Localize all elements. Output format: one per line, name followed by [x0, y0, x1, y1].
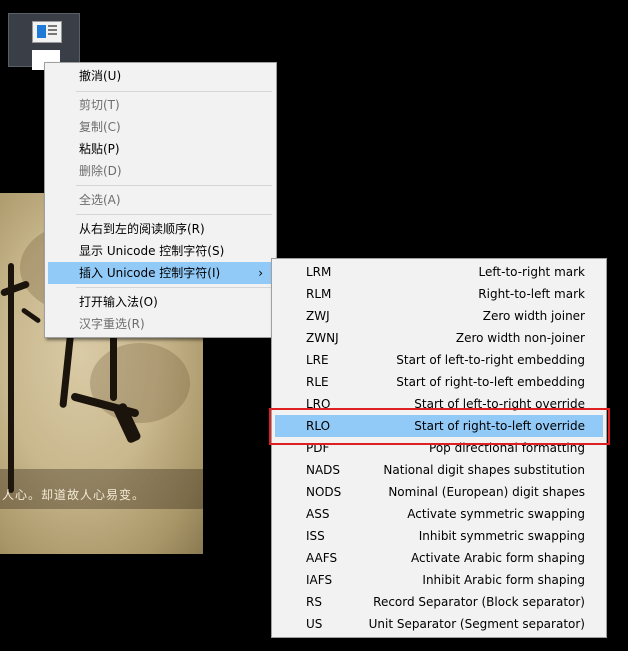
submenu-item-us[interactable]: US Unit Separator (Segment separator) [275, 613, 603, 635]
menu-separator [76, 214, 272, 215]
menu-item-undo[interactable]: 撤消(U) [48, 65, 273, 87]
submenu-item-iafs[interactable]: IAFS Inhibit Arabic form shaping [275, 569, 603, 591]
menu-item-rtl-reading-order[interactable]: 从右到左的阅读顺序(R) [48, 218, 273, 240]
submenu-item-ass[interactable]: ASS Activate symmetric swapping [275, 503, 603, 525]
submenu-item-zwnj[interactable]: ZWNJ Zero width non-joiner [275, 327, 603, 349]
menu-item-paste[interactable]: 粘贴(P) [48, 138, 273, 160]
menu-item-delete[interactable]: 删除(D) [48, 160, 273, 182]
submenu-item-zwj[interactable]: ZWJ Zero width joiner [275, 305, 603, 327]
menu-item-open-ime[interactable]: 打开输入法(O) [48, 291, 273, 313]
window-icon [32, 21, 62, 43]
menu-separator [76, 91, 272, 92]
submenu-item-aafs[interactable]: AAFS Activate Arabic form shaping [275, 547, 603, 569]
menu-item-reconversion[interactable]: 汉字重选(R) [48, 313, 273, 335]
background-caption: 人心。却道故人心易变。 [2, 488, 146, 502]
submenu-item-iss[interactable]: ISS Inhibit symmetric swapping [275, 525, 603, 547]
menu-separator [76, 185, 272, 186]
submenu-item-nads[interactable]: NADS National digit shapes substitution [275, 459, 603, 481]
chevron-right-icon: › [258, 266, 263, 280]
context-menu: 撤消(U) 剪切(T) 复制(C) 粘贴(P) 删除(D) 全选(A) 从右到左… [44, 62, 277, 338]
menu-item-show-unicode-control[interactable]: 显示 Unicode 控制字符(S) [48, 240, 273, 262]
menu-item-cut[interactable]: 剪切(T) [48, 94, 273, 116]
menu-item-select-all[interactable]: 全选(A) [48, 189, 273, 211]
unicode-control-submenu: LRM Left-to-right mark RLM Right-to-left m… [271, 258, 607, 638]
submenu-item-rle[interactable]: RLE Start of right-to-left embedding [275, 371, 603, 393]
submenu-item-nods[interactable]: NODS Nominal (European) digit shapes [275, 481, 603, 503]
menu-item-copy[interactable]: 复制(C) [48, 116, 273, 138]
menu-separator [76, 287, 272, 288]
submenu-item-rs[interactable]: RS Record Separator (Block separator) [275, 591, 603, 613]
app-icon[interactable] [8, 13, 80, 70]
annotation-highlight-box [269, 408, 610, 445]
submenu-item-lre[interactable]: LRE Start of left-to-right embedding [275, 349, 603, 371]
submenu-item-lrm[interactable]: LRM Left-to-right mark [275, 261, 603, 283]
submenu-item-rlm[interactable]: RLM Right-to-left mark [275, 283, 603, 305]
menu-item-insert-unicode-control[interactable]: 插入 Unicode 控制字符(I) › [48, 262, 273, 284]
